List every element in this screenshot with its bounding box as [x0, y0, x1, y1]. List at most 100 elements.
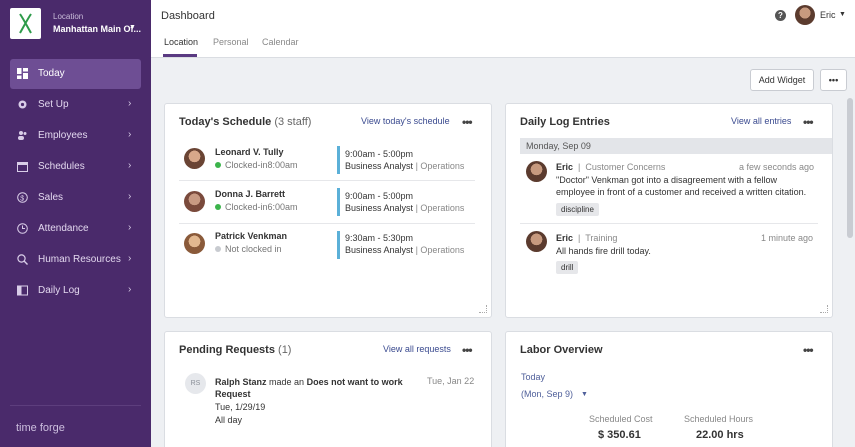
- chevron-right-icon: ›: [128, 284, 132, 295]
- dollar-icon: $: [17, 192, 28, 203]
- avatar: [526, 161, 547, 182]
- sidebar-item-label: Schedules: [38, 161, 85, 172]
- tab-personal[interactable]: Personal: [213, 37, 249, 47]
- sidebar-item-sales[interactable]: $ Sales ›: [10, 183, 141, 213]
- log-entry-header: Eric | Customer Concerns: [556, 162, 666, 172]
- sidebar: Location Manhattan Main Of... ▼ Today Se…: [0, 0, 151, 447]
- clock-status: Clocked-in6:00am: [215, 202, 298, 212]
- daily-log-card: Daily Log Entries View all entries ••• M…: [505, 103, 833, 318]
- card-title: Daily Log Entries: [520, 116, 610, 128]
- caret-down-icon[interactable]: ▼: [129, 24, 136, 31]
- employee-name[interactable]: Patrick Venkman: [215, 231, 287, 241]
- sidebar-item-label: Human Resources: [38, 254, 121, 265]
- resize-handle[interactable]: [479, 305, 487, 313]
- shift-position: Business Analyst | Operations: [345, 245, 465, 255]
- gear-icon: [18, 100, 27, 109]
- more-options-button[interactable]: •••: [820, 69, 847, 91]
- sidebar-item-setup[interactable]: Set Up ›: [10, 90, 141, 120]
- view-todays-schedule-link[interactable]: View today's schedule: [361, 116, 450, 126]
- status-dot: [215, 204, 221, 210]
- sidebar-item-daily-log[interactable]: Daily Log ›: [10, 276, 141, 306]
- scrollbar[interactable]: [847, 98, 853, 238]
- log-entry-text: "Doctor" Venkman got into a disagreement…: [556, 175, 807, 197]
- search-person-icon: [17, 254, 28, 265]
- tab-location[interactable]: Location: [164, 37, 198, 47]
- view-all-entries-link[interactable]: View all entries: [731, 116, 791, 126]
- log-tag[interactable]: drill: [556, 261, 579, 274]
- shift-position: Business Analyst | Operations: [345, 161, 465, 171]
- sidebar-item-employees[interactable]: Employees ›: [10, 121, 141, 151]
- header: Dashboard Location Personal Calendar ? E…: [151, 0, 855, 58]
- request-duration: All day: [215, 415, 243, 425]
- log-tag[interactable]: discipline: [556, 203, 599, 216]
- resize-handle[interactable]: [820, 305, 828, 313]
- shift-bar: [337, 231, 340, 259]
- chevron-right-icon: ›: [128, 129, 132, 140]
- sidebar-item-label: Today: [38, 68, 65, 79]
- chevron-right-icon: ›: [128, 160, 132, 171]
- chevron-right-icon: ›: [128, 191, 132, 202]
- period-date-select[interactable]: (Mon, Sep 9): [521, 389, 573, 399]
- log-timestamp: a few seconds ago: [739, 162, 815, 172]
- avatar[interactable]: [795, 5, 815, 25]
- sidebar-divider: [10, 405, 141, 406]
- sidebar-item-today[interactable]: Today: [10, 59, 141, 89]
- svg-text:$: $: [20, 195, 24, 202]
- shift-time: 9:30am - 5:30pm: [345, 233, 414, 243]
- more-icon[interactable]: •••: [803, 115, 814, 129]
- employee-name[interactable]: Donna J. Barrett: [215, 189, 285, 199]
- scheduled-hours-value: 22.00 hrs: [696, 429, 744, 441]
- sidebar-item-schedules[interactable]: Schedules ›: [10, 152, 141, 182]
- card-title: Labor Overview: [520, 344, 603, 356]
- shift-time: 9:00am - 5:00pm: [345, 191, 414, 201]
- more-icon[interactable]: •••: [462, 343, 473, 357]
- period-label[interactable]: Today: [521, 372, 545, 382]
- calendar-icon: [17, 162, 28, 172]
- card-title: Pending Requests (1): [179, 344, 292, 356]
- help-icon[interactable]: ?: [775, 10, 786, 21]
- sidebar-item-label: Employees: [38, 130, 88, 141]
- row-divider: [520, 223, 818, 224]
- tab-calendar[interactable]: Calendar: [262, 37, 299, 47]
- location-name[interactable]: Manhattan Main Of...: [53, 24, 141, 34]
- log-entry-header: Eric | Training: [556, 233, 618, 243]
- users-icon: [18, 131, 27, 140]
- clock-status: Not clocked in: [215, 244, 282, 254]
- chevron-right-icon: ›: [128, 253, 132, 264]
- scheduled-cost-value: $ 350.61: [598, 429, 641, 441]
- location-label: Location: [53, 12, 84, 21]
- sidebar-item-label: Daily Log: [38, 285, 80, 296]
- clock-status: Clocked-in8:00am: [215, 160, 298, 170]
- pending-requests-card: Pending Requests (1) View all requests •…: [164, 331, 492, 447]
- clock-icon: [17, 223, 28, 234]
- active-tab-indicator: [163, 54, 197, 57]
- card-title: Today's Schedule (3 staff): [179, 116, 312, 128]
- chevron-right-icon: ›: [128, 98, 132, 109]
- user-name[interactable]: Eric: [820, 10, 836, 20]
- employee-name[interactable]: Leonard V. Tully: [215, 147, 284, 157]
- page-title: Dashboard: [161, 10, 215, 22]
- caret-down-icon[interactable]: ▼: [581, 391, 588, 398]
- view-all-requests-link[interactable]: View all requests: [383, 344, 451, 354]
- status-dot: [215, 246, 221, 252]
- avatar: [184, 191, 205, 212]
- shift-time: 9:00am - 5:00pm: [345, 149, 414, 159]
- brand-logo: time forge: [16, 422, 65, 434]
- more-icon[interactable]: •••: [803, 343, 814, 357]
- caret-down-icon[interactable]: ▼: [839, 11, 846, 18]
- request-date: Tue, Jan 22: [427, 376, 475, 386]
- status-dot: [215, 162, 221, 168]
- scheduled-hours-label: Scheduled Hours: [684, 414, 754, 424]
- sidebar-item-attendance[interactable]: Attendance ›: [10, 214, 141, 244]
- request-summary[interactable]: Ralph Stanz made an Does not want to wor…: [215, 376, 420, 400]
- sidebar-item-human-resources[interactable]: Human Resources ›: [10, 245, 141, 275]
- avatar: [526, 231, 547, 252]
- shift-position: Business Analyst | Operations: [345, 203, 465, 213]
- more-icon[interactable]: •••: [462, 115, 473, 129]
- sidebar-item-label: Set Up: [38, 99, 69, 110]
- avatar: [184, 233, 205, 254]
- row-divider: [179, 223, 475, 224]
- location-switcher[interactable]: Location Manhattan Main Of... ▼: [0, 0, 151, 48]
- avatar: [184, 148, 205, 169]
- add-widget-button[interactable]: Add Widget: [750, 69, 814, 91]
